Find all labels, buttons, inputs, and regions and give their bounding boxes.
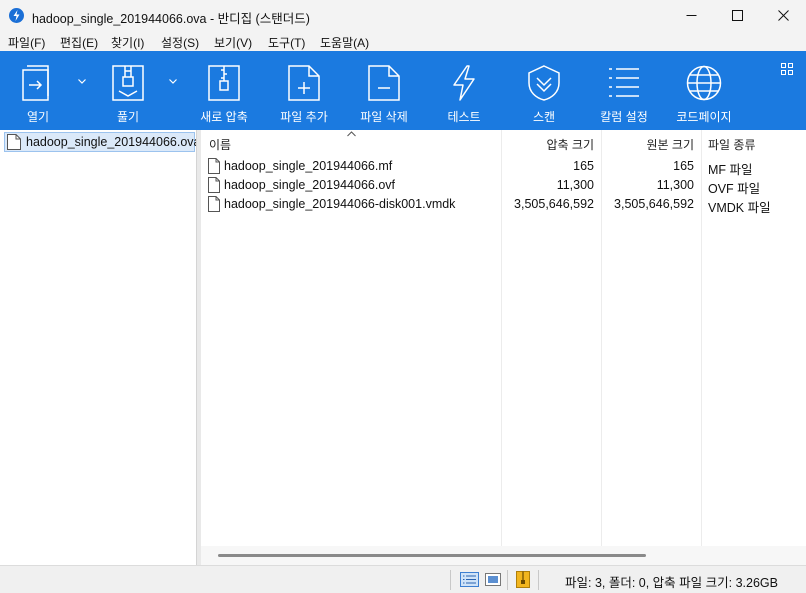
extract-icon [112, 65, 144, 101]
close-button[interactable] [760, 0, 806, 31]
menu-edit[interactable]: 편집(E) [60, 34, 98, 51]
delete-file-icon [368, 65, 400, 101]
thumbnail-view-icon[interactable] [485, 572, 501, 587]
file-original-size: 3,505,646,592 [614, 197, 694, 211]
test-label: 테스트 [447, 110, 481, 124]
toolbar: 열기 풀기 새로 압축 파일 추가 파일 삭제 테스트 스캔 칼럼 설정 코드페… [0, 51, 806, 130]
file-icon [208, 158, 220, 174]
tree-item-label: hadoop_single_201944066.ova [26, 135, 201, 149]
file-compressed-size: 11,300 [556, 178, 594, 192]
status-bar: 파일: 3, 폴더: 0, 압축 파일 크기: 3.26GB [0, 565, 806, 593]
minimize-button[interactable] [668, 0, 714, 31]
file-type: VMDK 파일 [708, 201, 771, 215]
window-title: hadoop_single_201944066.ova - 반디집 (스탠더드) [32, 12, 310, 26]
extract-label: 풀기 [116, 110, 140, 124]
codepage-label: 코드페이지 [676, 110, 732, 124]
open-dropdown-icon[interactable] [78, 79, 86, 84]
column-header-original-size[interactable]: 원본 크기 [601, 136, 695, 153]
zip-archive-icon [208, 65, 240, 101]
column-header-file-type[interactable]: 파일 종류 [708, 136, 756, 153]
column-header-compressed-size[interactable]: 압축 크기 [501, 136, 595, 153]
file-original-size: 165 [673, 159, 694, 173]
table-row[interactable]: hadoop_single_201944066.mf 165 165 MF 파일 [201, 157, 806, 177]
scrollbar-thumb[interactable] [218, 554, 646, 557]
archive-info-icon [516, 571, 530, 588]
status-summary: 파일: 3, 폴더: 0, 압축 파일 크기: 3.26GB [565, 576, 778, 590]
list-icon [609, 68, 639, 97]
column-settings-button[interactable]: 칼럼 설정 [586, 51, 662, 130]
new-archive-button[interactable]: 새로 압축 [186, 51, 262, 130]
new-archive-label: 새로 압축 [200, 110, 248, 124]
column-settings-label: 칼럼 설정 [600, 110, 648, 124]
menu-help[interactable]: 도움말(A) [320, 34, 369, 51]
scan-label: 스캔 [532, 110, 556, 124]
codepage-button[interactable]: 코드페이지 [666, 51, 742, 130]
open-button[interactable]: 열기 [0, 51, 76, 130]
column-header-name[interactable]: 이름 [209, 136, 231, 153]
extract-button[interactable]: 풀기 [92, 51, 164, 130]
file-list: 이름 압축 크기 원본 크기 파일 종류 hadoop_single_20194… [201, 130, 806, 565]
delete-files-label: 파일 삭제 [360, 110, 408, 124]
sort-ascending-icon [347, 131, 356, 137]
file-icon [208, 196, 220, 212]
menu-tools[interactable]: 도구(T) [268, 34, 305, 51]
table-row[interactable]: hadoop_single_201944066-disk001.vmdk 3,5… [201, 195, 806, 215]
maximize-button[interactable] [714, 0, 760, 31]
delete-files-button[interactable]: 파일 삭제 [346, 51, 422, 130]
bandizip-app-icon [9, 8, 24, 23]
open-icon [22, 65, 49, 101]
add-files-label: 파일 추가 [280, 110, 328, 124]
extract-dropdown-icon[interactable] [169, 79, 177, 84]
shield-icon [528, 65, 560, 101]
file-original-size: 11,300 [656, 178, 694, 192]
add-file-icon [288, 65, 320, 101]
add-files-button[interactable]: 파일 추가 [266, 51, 342, 130]
status-divider [538, 570, 539, 590]
folder-tree: hadoop_single_201944066.ova [0, 130, 200, 565]
menu-file[interactable]: 파일(F) [8, 34, 45, 51]
test-button[interactable]: 테스트 [426, 51, 502, 130]
globe-icon [686, 65, 722, 101]
column-header-row: 이름 압축 크기 원본 크기 파일 종류 [201, 130, 806, 154]
file-compressed-size: 165 [573, 159, 594, 173]
status-divider [450, 570, 451, 590]
menu-settings[interactable]: 설정(S) [161, 34, 199, 51]
file-compressed-size: 3,505,646,592 [514, 197, 594, 211]
menu-find[interactable]: 찾기(I) [111, 34, 144, 51]
file-name: hadoop_single_201944066.mf [224, 159, 393, 173]
table-row[interactable]: hadoop_single_201944066.ovf 11,300 11,30… [201, 176, 806, 196]
file-icon [7, 134, 21, 150]
menu-bar: 파일(F) 편집(E) 찾기(I) 설정(S) 보기(V) 도구(T) 도움말(… [0, 31, 806, 51]
horizontal-scrollbar[interactable] [201, 546, 806, 565]
file-name: hadoop_single_201944066.ovf [224, 178, 395, 192]
status-divider [507, 570, 508, 590]
lightning-icon [453, 65, 475, 101]
details-view-icon[interactable] [460, 572, 479, 587]
tree-item-archive-root[interactable]: hadoop_single_201944066.ova [4, 132, 200, 152]
menu-view[interactable]: 보기(V) [214, 34, 252, 51]
title-bar: hadoop_single_201944066.ova - 반디집 (스탠더드) [0, 0, 806, 31]
scan-button[interactable]: 스캔 [506, 51, 582, 130]
file-name: hadoop_single_201944066-disk001.vmdk [224, 197, 456, 211]
file-icon [208, 177, 220, 193]
open-label: 열기 [26, 110, 50, 124]
layout-toggle-icon[interactable] [781, 63, 793, 75]
